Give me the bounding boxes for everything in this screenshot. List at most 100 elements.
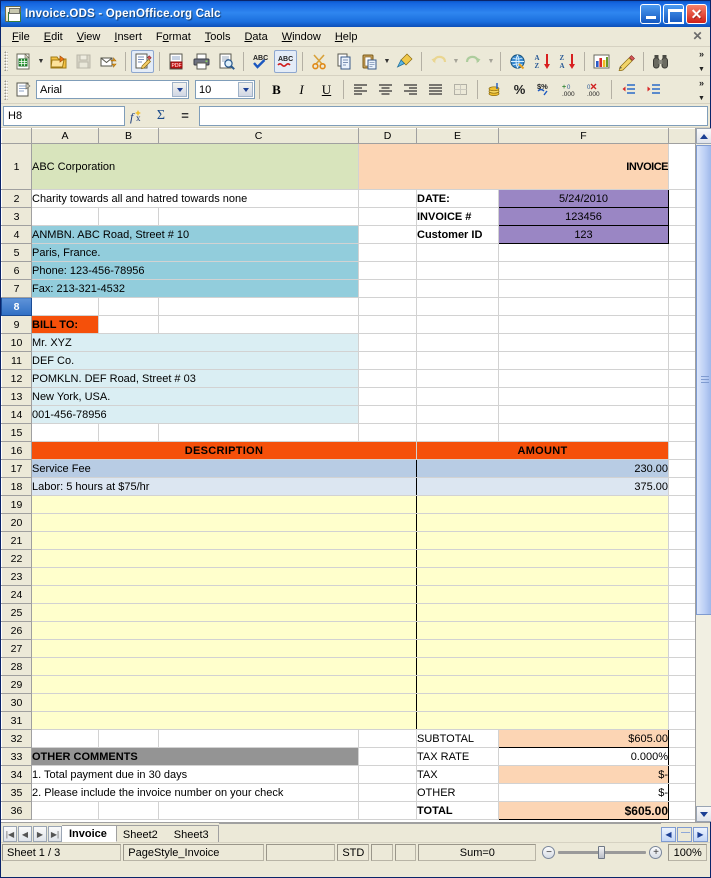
- row-header-33[interactable]: 33: [1, 747, 32, 766]
- justified-icon[interactable]: [424, 78, 447, 101]
- cell-f15[interactable]: [498, 423, 669, 442]
- empty-item-row-22-amount[interactable]: [416, 549, 669, 568]
- close-window-button[interactable]: ✕: [686, 4, 707, 24]
- menu-file[interactable]: FFileile: [5, 29, 37, 45]
- bold-button[interactable]: B: [265, 78, 288, 101]
- empty-item-row-26-amount[interactable]: [416, 621, 669, 640]
- minimize-button[interactable]: [640, 4, 661, 24]
- sheet-tab-sheet3[interactable]: Sheet3: [166, 825, 219, 842]
- cell-b36[interactable]: [98, 801, 159, 820]
- paste-dropdown-caret-icon[interactable]: ▼: [382, 58, 392, 65]
- row-header-30[interactable]: 30: [1, 693, 32, 712]
- line-item-1-description[interactable]: Service Fee: [31, 459, 417, 478]
- company-address-line-2[interactable]: Paris, France.: [31, 243, 359, 262]
- cell-f7[interactable]: [498, 279, 669, 298]
- row-header-10[interactable]: 10: [1, 333, 32, 352]
- row-header-8-selected[interactable]: 8: [1, 297, 32, 316]
- tax-rate-label-cell[interactable]: TAX RATE: [416, 747, 499, 766]
- cell-d13[interactable]: [358, 387, 417, 406]
- cell-f13[interactable]: [498, 387, 669, 406]
- paste-icon[interactable]: [358, 50, 381, 73]
- amount-header-cell[interactable]: AMOUNT: [416, 441, 669, 460]
- menu-view[interactable]: View: [70, 29, 108, 45]
- company-name-cell[interactable]: ABC Corporation: [31, 143, 359, 190]
- formatting-toolbar-overflow[interactable]: » ▼: [695, 78, 708, 102]
- chart-icon[interactable]: [590, 50, 613, 73]
- total-label-cell[interactable]: TOTAL: [416, 801, 499, 820]
- cell-d10[interactable]: [358, 333, 417, 352]
- cell-g31[interactable]: [668, 711, 696, 730]
- cell-d15[interactable]: [358, 423, 417, 442]
- row-header-35[interactable]: 35: [1, 783, 32, 802]
- date-value-cell[interactable]: 5/24/2010: [498, 189, 669, 208]
- row-header-2[interactable]: 2: [1, 189, 32, 208]
- horizontal-scrollbar-thumb[interactable]: [677, 827, 692, 842]
- row-header-34[interactable]: 34: [1, 765, 32, 784]
- tax-value-cell[interactable]: $-: [498, 765, 669, 784]
- cell-g29[interactable]: [668, 675, 696, 694]
- column-header-e[interactable]: E: [416, 128, 499, 144]
- description-header-cell[interactable]: DESCRIPTION: [31, 441, 417, 460]
- comment-line-1[interactable]: 1. Total payment due in 30 days: [31, 765, 359, 784]
- cell-g36[interactable]: [668, 801, 696, 820]
- other-value-cell[interactable]: $-: [498, 783, 669, 802]
- print-icon[interactable]: [190, 50, 213, 73]
- horizontal-scrollbar[interactable]: ◀ ▶: [661, 827, 710, 842]
- row-header-9[interactable]: 9: [1, 315, 32, 334]
- cell-b9[interactable]: [98, 315, 159, 334]
- sum-icon[interactable]: Σ: [149, 106, 173, 126]
- row-header-18[interactable]: 18: [1, 477, 32, 496]
- row-header-1[interactable]: 1: [1, 143, 32, 190]
- date-label-cell[interactable]: DATE:: [416, 189, 499, 208]
- cell-g13[interactable]: [668, 387, 696, 406]
- bill-to-line-3[interactable]: POMKLN. DEF Road, Street # 03: [31, 369, 359, 388]
- edit-file-icon[interactable]: [131, 49, 154, 73]
- cell-d3[interactable]: [358, 207, 417, 226]
- empty-item-row-25-amount[interactable]: [416, 603, 669, 622]
- bill-to-label-cell[interactable]: BILL TO:: [31, 315, 99, 334]
- row-header-7[interactable]: 7: [1, 279, 32, 298]
- row-header-22[interactable]: 22: [1, 549, 32, 568]
- line-item-1-amount[interactable]: 230.00: [416, 459, 669, 478]
- menu-edit[interactable]: Edit: [37, 29, 70, 45]
- align-center-icon[interactable]: [374, 78, 397, 101]
- cell-d8[interactable]: [358, 297, 417, 316]
- cell-f5[interactable]: [498, 243, 669, 262]
- row-header-4[interactable]: 4: [1, 225, 32, 244]
- total-value-cell[interactable]: $605.00: [498, 801, 669, 820]
- cell-a36[interactable]: [31, 801, 99, 820]
- cell-g1[interactable]: [668, 143, 696, 190]
- row-header-25[interactable]: 25: [1, 603, 32, 622]
- cell-b15[interactable]: [98, 423, 159, 442]
- cell-g34[interactable]: [668, 765, 696, 784]
- empty-item-row-28-amount[interactable]: [416, 657, 669, 676]
- row-header-17[interactable]: 17: [1, 459, 32, 478]
- column-header-d[interactable]: D: [358, 128, 417, 144]
- empty-item-row-22-description[interactable]: [31, 549, 417, 568]
- cell-d12[interactable]: [358, 369, 417, 388]
- add-decimal-place-icon[interactable]: + 0 .000: [558, 78, 581, 101]
- cell-d32[interactable]: [358, 729, 417, 748]
- cell-g16[interactable]: [668, 441, 696, 460]
- row-header-20[interactable]: 20: [1, 513, 32, 532]
- cell-g20[interactable]: [668, 513, 696, 532]
- find-replace-binoculars-icon[interactable]: [649, 50, 672, 73]
- cell-g6[interactable]: [668, 261, 696, 280]
- first-sheet-button[interactable]: |◀: [3, 826, 17, 842]
- cell-g5[interactable]: [668, 243, 696, 262]
- delete-decimal-place-icon[interactable]: 0 .000: [583, 78, 606, 101]
- cell-g18[interactable]: [668, 477, 696, 496]
- sort-descending-icon[interactable]: Z A: [556, 50, 579, 73]
- cell-g3[interactable]: [668, 207, 696, 226]
- cell-d4[interactable]: [358, 225, 417, 244]
- new-document-icon[interactable]: [12, 50, 35, 73]
- company-address-line-4[interactable]: Fax: 213-321-4532: [31, 279, 359, 298]
- bill-to-line-5[interactable]: 001-456-78956: [31, 405, 359, 424]
- autospellcheck-icon[interactable]: ABC: [274, 49, 297, 73]
- empty-item-row-28-description[interactable]: [31, 657, 417, 676]
- vertical-scrollbar-thumb[interactable]: [696, 145, 711, 615]
- sheet-tab-invoice[interactable]: Invoice: [62, 825, 117, 842]
- subtotal-label-cell[interactable]: SUBTOTAL: [416, 729, 499, 748]
- font-name-combo[interactable]: Arial: [36, 80, 189, 99]
- cell-f10[interactable]: [498, 333, 669, 352]
